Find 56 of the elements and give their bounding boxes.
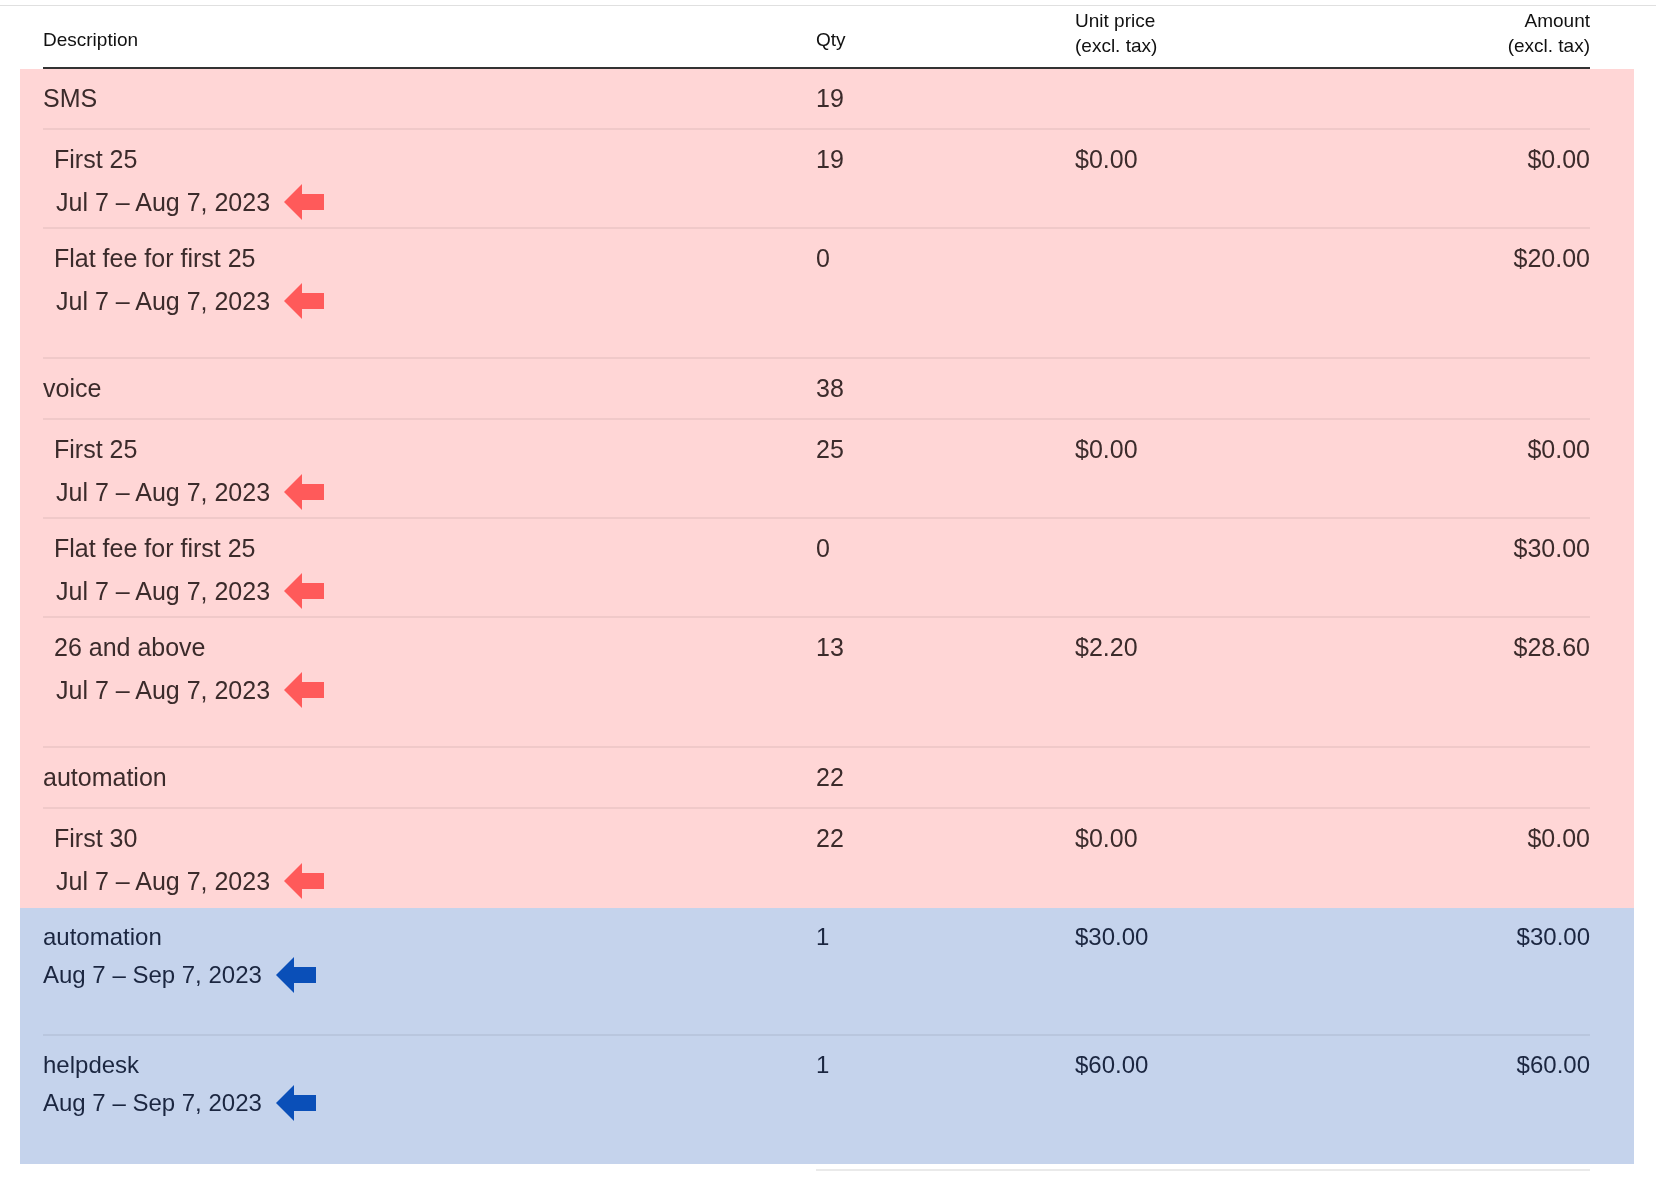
quantity: 22	[816, 763, 845, 793]
billing-period: Jul 7 – Aug 7, 2023	[55, 576, 271, 606]
left-arrow-icon	[284, 672, 325, 708]
left-arrow-icon	[284, 474, 325, 510]
left-arrow-icon	[284, 283, 325, 319]
column-header: Description	[43, 28, 140, 53]
billing-period: Jul 7 – Aug 7, 2023	[55, 477, 271, 507]
item-description: First 25	[54, 145, 138, 173]
quantity: 1	[816, 1051, 831, 1080]
item-description: helpdesk	[43, 1051, 140, 1078]
billing-period: Jul 7 – Aug 7, 2023	[55, 187, 271, 217]
quantity: 0	[816, 244, 831, 274]
column-header: Amount (excl. tax)	[1506, 8, 1590, 59]
item-description: voice	[43, 374, 102, 402]
unit-price: $30.00	[1075, 923, 1149, 950]
item-description: automation	[43, 923, 162, 950]
item-description: SMS	[43, 84, 98, 112]
billing-period: Jul 7 – Aug 7, 2023	[55, 675, 271, 705]
amount: $20.00	[1513, 244, 1590, 272]
quantity: 0	[816, 534, 831, 564]
billing-period: Aug 7 – Sep 7, 2023	[43, 961, 262, 989]
left-arrow-icon	[275, 1085, 316, 1121]
quantity: 19	[816, 84, 845, 114]
unit-price: $0.00	[1075, 145, 1138, 173]
amount: $30.00	[1513, 534, 1590, 562]
column-header: Unit price (excl. tax)	[1075, 8, 1159, 59]
quantity: 1	[816, 923, 831, 952]
item-description: automation	[43, 763, 167, 791]
unit-price: $2.20	[1075, 633, 1138, 661]
amount: $0.00	[1527, 824, 1590, 852]
quantity: 25	[816, 435, 845, 465]
billing-period: Jul 7 – Aug 7, 2023	[55, 286, 271, 316]
quantity: 38	[816, 374, 845, 404]
billing-period: Aug 7 – Sep 7, 2023	[43, 1089, 262, 1117]
left-arrow-icon	[284, 573, 325, 609]
item-description: Flat fee for first 25	[54, 244, 256, 272]
left-arrow-icon	[284, 863, 325, 899]
amount: $0.00	[1527, 145, 1590, 173]
amount: $0.00	[1527, 435, 1590, 463]
amount: $30.00	[1516, 923, 1590, 950]
left-arrow-icon	[275, 957, 316, 993]
unit-price: $60.00	[1075, 1051, 1149, 1078]
item-description: Flat fee for first 25	[54, 534, 256, 562]
unit-price: $0.00	[1075, 824, 1138, 852]
item-description: First 25	[54, 435, 138, 463]
item-description: 26 and above	[54, 633, 206, 661]
column-header: Qty	[816, 28, 847, 53]
billing-period: Jul 7 – Aug 7, 2023	[55, 866, 271, 896]
quantity: 13	[816, 633, 845, 663]
unit-price: $0.00	[1075, 435, 1138, 463]
item-description: First 30	[54, 824, 138, 852]
amount: $60.00	[1516, 1051, 1590, 1078]
quantity: 19	[816, 145, 845, 175]
quantity: 22	[816, 824, 845, 854]
amount: $28.60	[1513, 633, 1590, 661]
left-arrow-icon	[284, 184, 325, 220]
